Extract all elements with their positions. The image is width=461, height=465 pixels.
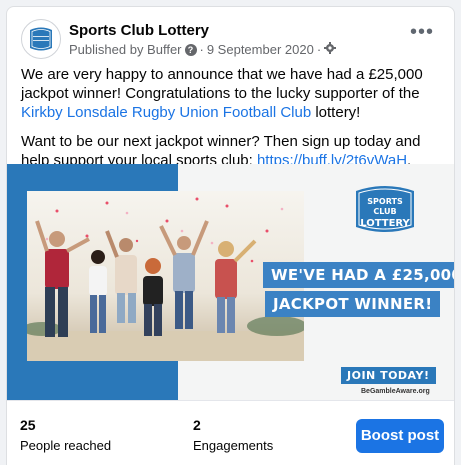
logo-text: SPORTS CLUB LOTTERY: [356, 197, 414, 230]
info-icon[interactable]: ?: [184, 43, 197, 56]
winner-banner: JACKPOT WINNER!: [265, 291, 441, 317]
boost-post-button[interactable]: Boost post: [356, 419, 444, 453]
separator: ·: [316, 42, 322, 57]
post-paragraph-1: We are very happy to announce that we ha…: [21, 65, 442, 122]
post-text: We are very happy to announce that we ha…: [21, 66, 423, 102]
published-by: Published by Buffer: [69, 42, 182, 57]
more-options-icon[interactable]: •••: [408, 22, 436, 45]
logo-line-1: SPORTS CLUB: [367, 197, 403, 216]
club-link[interactable]: Kirkby Lonsdale Rugby Union Football Clu…: [21, 104, 311, 121]
engagements-label: Engagements: [193, 438, 274, 453]
post-card: Sports Club Lottery Published by Buffer …: [6, 6, 455, 465]
people-reached-stat[interactable]: 25 People reached: [20, 417, 111, 454]
post-meta: Published by Buffer ? · 9 September 2020…: [69, 42, 337, 57]
separator: ·: [199, 42, 204, 57]
post-insights: 25 People reached 2 Engagements Boost po…: [7, 400, 454, 465]
page-name[interactable]: Sports Club Lottery: [69, 22, 209, 39]
people-reached-label: People reached: [20, 438, 112, 453]
post-date[interactable]: 9 September 2020: [207, 42, 314, 57]
logo-line-2: LOTTERY: [360, 218, 410, 229]
engagements-stat[interactable]: 2 Engagements: [193, 417, 273, 454]
sports-club-lottery-logo-icon: [30, 27, 52, 51]
begambleaware-label: BeGambleAware.org: [361, 388, 430, 395]
avatar[interactable]: [21, 19, 61, 59]
post-header: Sports Club Lottery Published by Buffer …: [21, 19, 440, 59]
post-image[interactable]: SPORTS CLUB LOTTERY WE'VE HAD A £25,000 …: [7, 164, 454, 400]
people-reached-value: 25: [20, 417, 36, 433]
jackpot-banner: WE'VE HAD A £25,000: [263, 262, 454, 288]
post-body: We are very happy to announce that we ha…: [21, 65, 442, 180]
join-today-label: JOIN TODAY!: [341, 367, 436, 384]
gear-icon[interactable]: [324, 42, 337, 57]
engagements-value: 2: [193, 417, 201, 433]
post-text: lottery!: [311, 104, 361, 121]
